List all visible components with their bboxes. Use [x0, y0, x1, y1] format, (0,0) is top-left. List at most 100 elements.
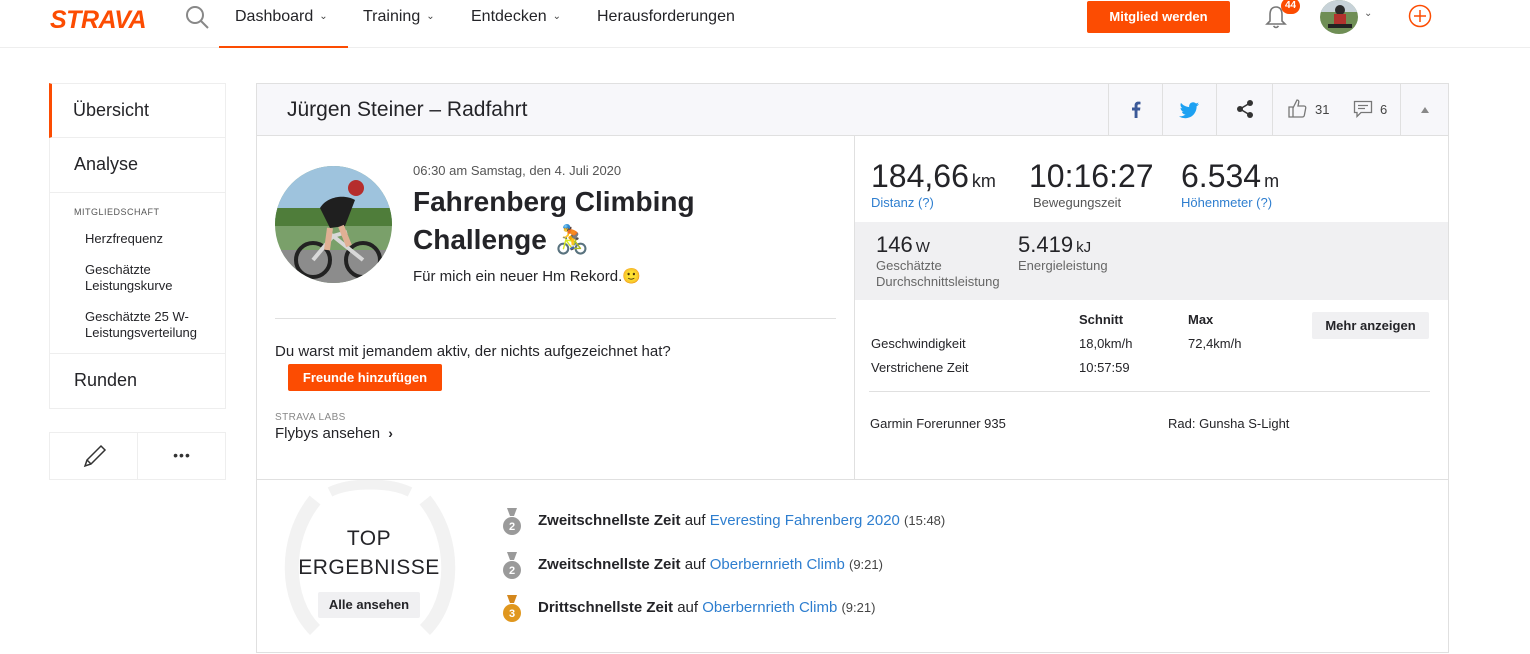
segment-link[interactable]: Oberbernrieth Climb — [702, 599, 837, 616]
sidebar-actions: ••• — [49, 432, 226, 480]
nav-entdecken-label: Entdecken — [471, 8, 547, 25]
avatar-photo — [1320, 0, 1358, 34]
top-results-title: TOP ERGEBNISSE — [279, 524, 459, 582]
silver-medal-icon: 2 — [503, 508, 521, 535]
chevron-down-icon[interactable]: ⌄ — [1364, 8, 1372, 19]
achievement-label: Zweitschnellste Zeit — [538, 512, 681, 529]
view-all-button[interactable]: Alle ansehen — [318, 592, 420, 618]
sidebar-item-power-distribution[interactable]: Geschätzte 25 W-Leistungsverteilung — [74, 309, 225, 341]
distance-unit: km — [971, 171, 996, 191]
energy-number: 5.419 — [1018, 232, 1074, 257]
athlete-avatar[interactable] — [275, 166, 392, 283]
achievement-label: Zweitschnellste Zeit — [538, 556, 681, 573]
twitter-share-button[interactable] — [1162, 84, 1216, 135]
stat-distance: 184,66 km Distanz (?) — [871, 158, 996, 210]
more-actions-button[interactable]: ••• — [138, 433, 226, 479]
sidebar-item-laps[interactable]: Runden — [49, 354, 226, 409]
elevation-label[interactable]: Höhenmeter (?) — [1181, 195, 1279, 210]
facebook-share-button[interactable] — [1108, 84, 1162, 135]
achievement-on: auf — [684, 512, 706, 529]
table-header-avg: Schnitt — [1079, 312, 1124, 327]
strava-logo[interactable]: STRAVA — [50, 6, 147, 35]
stat-energy: 5.419 kJ Energieleistung — [1018, 232, 1108, 274]
flybys-link[interactable]: Flybys ansehen › — [275, 425, 393, 442]
comment-icon[interactable] — [1353, 100, 1373, 118]
achievement-on: auf — [677, 599, 699, 616]
top-results-title-line1: TOP — [346, 527, 392, 550]
table-cell-max: 72,4km/h — [1188, 336, 1242, 351]
divider — [275, 318, 836, 319]
flybys-link-label: Flybys ansehen — [275, 425, 381, 442]
caret-up-icon — [1421, 107, 1429, 113]
table-cell-avg: 18,0km/h — [1079, 336, 1133, 351]
share-icon — [1237, 100, 1253, 118]
sidebar-item-overview[interactable]: Übersicht — [49, 83, 226, 138]
nav-herausforderungen[interactable]: Herausforderungen — [597, 8, 735, 48]
edit-button[interactable] — [50, 433, 138, 479]
activity-stats: 184,66 km Distanz (?) 10:16:27 Bewegungsz… — [855, 136, 1448, 479]
medal-rank: 2 — [509, 521, 515, 533]
thumbs-up-icon[interactable] — [1286, 97, 1308, 119]
elevation-value: 6.534 m — [1181, 158, 1279, 195]
medal-rank: 2 — [509, 565, 515, 577]
sidebar-item-heart-rate[interactable]: Herzfrequenz — [74, 231, 225, 247]
achievement-time: (9:21) — [841, 600, 876, 615]
share-button[interactable] — [1216, 84, 1272, 135]
notification-badge: 44 — [1281, 0, 1300, 14]
add-friends-button[interactable]: Freunde hinzufügen — [288, 364, 442, 391]
table-header-max: Max — [1188, 312, 1214, 327]
achievement-text: Zweitschnellste Zeit auf Oberbernrieth C… — [538, 556, 883, 573]
nav-training-label: Training — [363, 8, 421, 25]
sidebar-item-analysis[interactable]: Analyse — [49, 138, 226, 193]
distance-label[interactable]: Distanz (?) — [871, 195, 996, 210]
chevron-right-icon: › — [388, 425, 393, 441]
top-results-title-line2: ERGEBNISSE — [298, 556, 440, 579]
activity-title: Jürgen Steiner – Radfahrt — [287, 98, 528, 121]
show-more-button[interactable]: Mehr anzeigen — [1312, 312, 1429, 339]
power-stats-band: 146 W Geschätzte Durchschnittsleistung 5.… — [855, 222, 1448, 300]
elevation-number: 6.534 — [1181, 158, 1262, 194]
achievement-time: (15:48) — [904, 513, 946, 528]
nav-herausforderungen-label: Herausforderungen — [597, 8, 735, 25]
pencil-icon — [83, 444, 107, 468]
strava-labs-title: STRAVA LABS — [275, 412, 346, 423]
collapse-button[interactable] — [1400, 84, 1448, 135]
twitter-icon — [1179, 102, 1199, 119]
stat-moving-time: 10:16:27 Bewegungszeit — [1029, 158, 1154, 210]
nav-dashboard-label: Dashboard — [235, 8, 314, 25]
divider — [869, 391, 1430, 392]
activity-summary: 06:30 am Samstag, den 4. Juli 2020 Fahre… — [257, 136, 855, 479]
user-avatar[interactable] — [1320, 0, 1358, 34]
activity-name: Fahrenberg Climbing Challenge 🚴 — [413, 186, 695, 255]
energy-value: 5.419 kJ — [1018, 232, 1108, 258]
social-counts: 31 6 — [1272, 84, 1400, 135]
elevation-unit: m — [1264, 171, 1280, 191]
sidebar-item-power-curve[interactable]: Geschätzte Leistungskurve — [74, 262, 225, 294]
energy-unit: kJ — [1076, 239, 1092, 256]
power-unit: W — [915, 239, 930, 256]
activity-sidebar: Übersicht Analyse MITGLIEDSCHAFT Herzfre… — [49, 83, 226, 409]
distance-value: 184,66 km — [871, 158, 996, 195]
table-row-label: Verstrichene Zeit — [871, 360, 969, 375]
power-number: 146 — [876, 232, 913, 257]
moving-time-value: 10:16:27 — [1029, 158, 1154, 194]
stat-elevation: 6.534 m Höhenmeter (?) — [1181, 158, 1279, 210]
facebook-icon — [1132, 101, 1141, 118]
activity-date: 06:30 am Samstag, den 4. Juli 2020 — [413, 163, 622, 178]
comment-count[interactable]: 6 — [1380, 102, 1387, 117]
search-icon[interactable] — [184, 4, 210, 30]
plus-circle-icon[interactable] — [1408, 4, 1432, 28]
achievement-text: Drittschnellste Zeit auf Oberbernrieth C… — [538, 599, 875, 616]
nav-entdecken[interactable]: Entdecken ⌄ — [471, 8, 561, 48]
chevron-down-icon: ⌄ — [426, 11, 435, 22]
segment-link[interactable]: Everesting Fahrenberg 2020 — [710, 512, 900, 529]
nav-dashboard[interactable]: Dashboard ⌄ — [219, 8, 348, 48]
moving-time-label: Bewegungszeit — [1033, 195, 1122, 210]
nav-training[interactable]: Training ⌄ — [363, 8, 435, 48]
segment-link[interactable]: Oberbernrieth Climb — [710, 556, 845, 573]
medal-rank: 3 — [509, 608, 515, 620]
top-navigation: STRAVA Dashboard ⌄ Training ⌄ Entdecken ⌄ H… — [0, 0, 1530, 48]
become-member-button[interactable]: Mitglied werden — [1087, 1, 1230, 33]
kudos-count[interactable]: 31 — [1315, 102, 1329, 117]
bronze-medal-icon: 3 — [503, 595, 521, 622]
